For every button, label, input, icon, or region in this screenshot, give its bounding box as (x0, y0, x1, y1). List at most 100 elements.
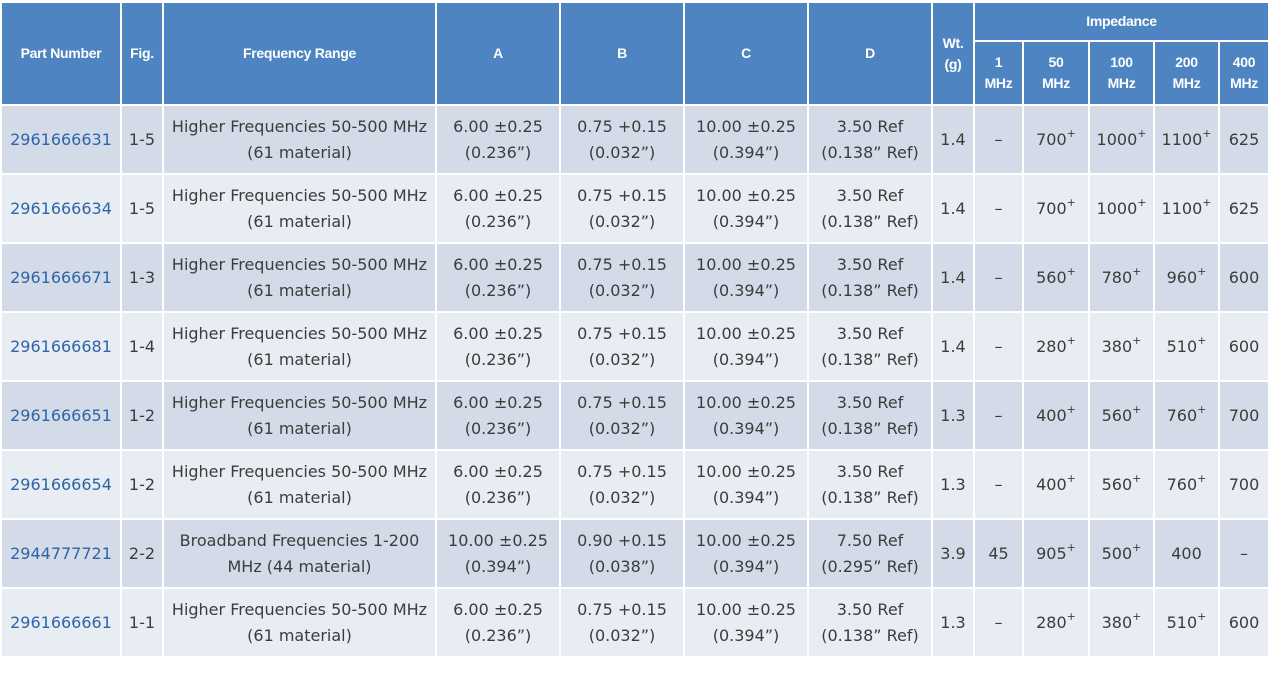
dim-b-cell-line1: 0.75 +0.15 (577, 185, 667, 205)
dim-c-cell-line2: (0.394”) (712, 487, 780, 507)
dim-d-cell-line1: 3.50 Ref (836, 461, 904, 481)
impedance-50mhz-cell-value: 280 (1036, 336, 1067, 356)
fig-cell: 1-2 (120, 449, 164, 520)
dim-b-cell: 0.75 +0.15 (0.032”) (559, 104, 685, 175)
dim-c-cell-line1: 10.00 ±0.25 (696, 254, 796, 274)
header-impedance-unit: MHz (984, 75, 1013, 91)
impedance-50mhz-cell-superscript: + (1066, 334, 1076, 348)
impedance-100mhz-cell: 500+ (1088, 518, 1155, 589)
weight-cell: 1.3 (931, 449, 975, 520)
weight-cell: 1.3 (931, 380, 975, 451)
impedance-100mhz-cell-superscript: + (1137, 127, 1147, 141)
dim-c-cell-line2: (0.394”) (712, 418, 780, 438)
dim-d-cell-line2: (0.138” Ref) (821, 487, 919, 507)
impedance-400mhz-cell: 625 (1217, 104, 1269, 175)
impedance-50mhz-cell-superscript: + (1066, 265, 1076, 279)
dim-a-cell-line1: 6.00 ±0.25 (453, 323, 543, 343)
impedance-1mhz-cell: – (973, 449, 1024, 520)
table-row: 2944777721 2-2 Broadband Frequencies 1-200… (0, 518, 1269, 589)
dim-a-cell: 6.00 ±0.25 (0.236”) (435, 449, 561, 520)
dim-b-cell: 0.75 +0.15 (0.032”) (559, 311, 685, 382)
impedance-400mhz-cell-value: – (1240, 543, 1249, 563)
header-row: Part Number Fig. Frequency Range A B C D… (0, 1, 1269, 106)
dim-a-cell: 6.00 ±0.25 (0.236”) (435, 104, 561, 175)
header-part-number: Part Number (0, 1, 122, 106)
dim-a-cell-line1: 6.00 ±0.25 (453, 392, 543, 412)
part-number-link[interactable]: 2961666634 (10, 199, 112, 218)
header-impedance-unit: MHz (1107, 75, 1136, 91)
dim-c-cell-line1: 10.00 ±0.25 (696, 461, 796, 481)
dim-c-cell: 10.00 ±0.25 (0.394”) (683, 587, 809, 658)
dim-c-cell-line1: 10.00 ±0.25 (696, 599, 796, 619)
impedance-100mhz-cell: 560+ (1088, 380, 1155, 451)
dim-b-cell-line2: (0.032”) (588, 280, 656, 300)
header-impedance-unit: MHz (1230, 75, 1258, 91)
frequency-range-cell-line2: (61 material) (247, 487, 352, 507)
header-impedance-value: 100 (1110, 54, 1133, 70)
dim-c-cell-line1: 10.00 ±0.25 (696, 392, 796, 412)
dim-d-cell-line1: 3.50 Ref (836, 392, 904, 412)
part-number-link[interactable]: 2961666654 (10, 475, 112, 494)
frequency-range-cell-line1: Higher Frequencies 50-500 MHz (171, 185, 428, 205)
part-number-cell: 2961666634 (0, 173, 122, 244)
impedance-200mhz-cell-superscript: + (1197, 334, 1207, 348)
part-number-link[interactable]: 2961666661 (10, 613, 112, 632)
header-impedance-200mhz: 200 MHz (1153, 40, 1220, 106)
impedance-100mhz-cell-superscript: + (1132, 265, 1142, 279)
table-row: 2961666651 1-2 Higher Frequencies 50-500 M… (0, 380, 1269, 451)
header-weight-line2: (g) (944, 55, 962, 72)
impedance-50mhz-cell-value: 560 (1036, 267, 1067, 287)
product-spec-table: Part Number Fig. Frequency Range A B C D… (0, 1, 1269, 658)
impedance-200mhz-cell: 1100+ (1153, 104, 1220, 175)
header-impedance-value: 200 (1175, 54, 1198, 70)
dim-a-cell-line2: (0.236”) (464, 280, 532, 300)
dim-d-cell-line2: (0.138” Ref) (821, 418, 919, 438)
fig-cell: 1-1 (120, 587, 164, 658)
impedance-100mhz-cell: 780+ (1088, 242, 1155, 313)
dim-a-cell-line2: (0.394”) (464, 556, 532, 576)
header-impedance-1mhz: 1 MHz (973, 40, 1024, 106)
dim-a-cell-line2: (0.236”) (464, 349, 532, 369)
dim-d-cell: 7.50 Ref (0.295” Ref) (807, 518, 933, 589)
dim-d-cell-line1: 3.50 Ref (836, 323, 904, 343)
dim-d-cell: 3.50 Ref (0.138” Ref) (807, 380, 933, 451)
impedance-1mhz-cell: – (973, 104, 1024, 175)
part-number-link[interactable]: 2961666631 (10, 130, 112, 149)
impedance-400mhz-cell: 625 (1217, 173, 1269, 244)
table-row: 2961666681 1-4 Higher Frequencies 50-500 M… (0, 311, 1269, 382)
fig-cell: 1-5 (120, 173, 164, 244)
part-number-link[interactable]: 2961666671 (10, 268, 112, 287)
dim-d-cell-line2: (0.295” Ref) (821, 556, 919, 576)
dim-a-cell-line1: 6.00 ±0.25 (453, 254, 543, 274)
dim-b-cell: 0.75 +0.15 (0.032”) (559, 449, 685, 520)
impedance-100mhz-cell: 380+ (1088, 587, 1155, 658)
impedance-400mhz-cell-value: 700 (1228, 405, 1260, 425)
dim-d-cell-line1: 3.50 Ref (836, 116, 904, 136)
dim-a-cell-line1: 6.00 ±0.25 (453, 599, 543, 619)
part-number-link[interactable]: 2961666651 (10, 406, 112, 425)
header-impedance-value: 400 (1232, 54, 1256, 70)
impedance-200mhz-cell-value: 1100 (1161, 129, 1203, 149)
dim-a-cell-line2: (0.236”) (464, 142, 532, 162)
impedance-100mhz-cell: 1000+ (1088, 173, 1155, 244)
dim-c-cell: 10.00 ±0.25 (0.394”) (683, 104, 809, 175)
impedance-1mhz-cell: 45 (973, 518, 1024, 589)
impedance-100mhz-cell-value: 380 (1101, 336, 1133, 356)
dim-b-cell-line2: (0.032”) (588, 418, 656, 438)
impedance-200mhz-cell-value: 510 (1166, 612, 1198, 632)
weight-cell: 3.9 (931, 518, 975, 589)
part-number-link[interactable]: 2944777721 (10, 544, 112, 563)
dim-c-cell-line2: (0.394”) (712, 280, 780, 300)
header-impedance-400mhz: 400 MHz (1217, 40, 1269, 106)
impedance-50mhz-cell: 400+ (1022, 380, 1090, 451)
weight-cell: 1.4 (931, 311, 975, 382)
dim-d-cell-line1: 7.50 Ref (836, 530, 904, 550)
impedance-50mhz-cell: 280+ (1022, 587, 1090, 658)
dim-c-cell-line2: (0.394”) (712, 349, 780, 369)
impedance-50mhz-cell: 700+ (1022, 104, 1090, 175)
header-impedance-100mhz: 100 MHz (1088, 40, 1155, 106)
part-number-link[interactable]: 2961666681 (10, 337, 112, 356)
dim-c-cell-line2: (0.394”) (712, 211, 780, 231)
dim-b-cell-line2: (0.032”) (588, 487, 656, 507)
frequency-range-cell-line2: (61 material) (247, 418, 352, 438)
